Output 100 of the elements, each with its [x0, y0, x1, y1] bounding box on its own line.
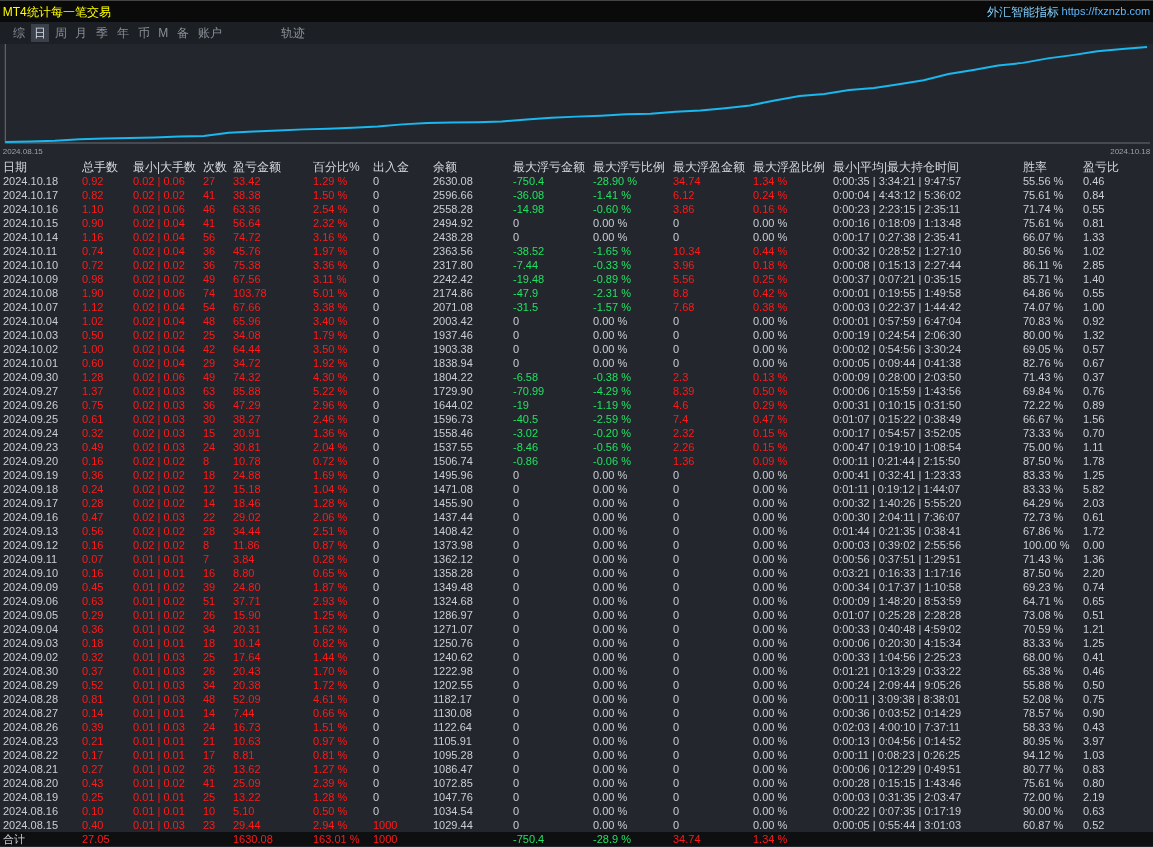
table-cell-text: 0.02 | 0.04	[132, 230, 186, 244]
table-cell-text: 0.00 %	[592, 664, 629, 678]
table-cell-text: 0	[512, 356, 521, 370]
view-tab[interactable]: 币	[134, 24, 153, 42]
table-cell-text: 0.81	[1082, 216, 1106, 230]
table-cell-text: 38.38	[232, 188, 262, 202]
table-cell-text: 0.00 %	[752, 342, 789, 356]
table-cell-text: 0	[372, 370, 381, 384]
table-cell-text: 1.12	[81, 300, 105, 314]
table-cell-text: 63	[202, 384, 217, 398]
table-cell-text: -31.5	[512, 300, 540, 314]
table-cell-text: 2024.09.03	[2, 636, 60, 650]
table-cell-text: 0.00 %	[592, 594, 629, 608]
table-cell-text: 0	[672, 720, 681, 734]
table-cell-text: 3.96	[672, 258, 696, 272]
table-cell-text: 1903.38	[432, 342, 474, 356]
table-cell-text: 2071.08	[432, 300, 474, 314]
view-tab[interactable]: 季	[93, 24, 111, 42]
table-cell-text: 3.38 %	[312, 300, 349, 314]
table-cell-text: 2.46 %	[312, 412, 349, 426]
table-cell-text: 0:00:32 | 1:40:26 | 5:55:20	[832, 496, 963, 510]
table-cell-text: 46	[202, 202, 217, 216]
table-cell-text: 1838.94	[432, 356, 474, 370]
table-cell-text: 55.56 %	[1022, 174, 1065, 188]
view-tab[interactable]: 月	[72, 24, 91, 42]
table-cell-text: 0.16	[81, 566, 105, 580]
view-tab[interactable]: 账户	[194, 24, 225, 42]
table-cell-text: 0	[372, 748, 381, 762]
table-cell-text: 52.09	[232, 692, 262, 706]
table-cell-text: 65.38 %	[1022, 664, 1065, 678]
table-cell-text: 64.71 %	[1022, 594, 1065, 608]
table-cell-text: 1.37	[81, 384, 105, 398]
table-cell-text: 0.84	[1082, 188, 1106, 202]
table-cell-text: 3.11 %	[312, 272, 348, 286]
website-link[interactable]: https://fxznzb.com	[1061, 3, 1151, 20]
table-cell-text: 0.00 %	[752, 748, 789, 762]
table-cell-text: 0.00 %	[592, 636, 629, 650]
table-cell-text: -0.06 %	[592, 454, 632, 468]
table-cell-text: 0.80	[1082, 776, 1106, 790]
table-cell-text: 2.06 %	[312, 510, 349, 524]
table-cell-text: 0	[512, 230, 521, 244]
table-cell-text: 1324.68	[432, 594, 474, 608]
column-header: 最大浮盈比例	[752, 160, 826, 174]
table-cell-text: 1086.47	[432, 762, 474, 776]
table-cell-text: 0.63	[81, 594, 105, 608]
table-cell-text: 0	[512, 314, 521, 328]
table-cell-text: 67.66	[232, 300, 262, 314]
view-tab[interactable]: 周	[51, 24, 70, 42]
table-cell-text: 0:00:17 | 0:27:38 | 2:35:41	[832, 230, 963, 244]
table-cell-text: 2003.42	[432, 314, 474, 328]
table-cell-text: 0	[512, 342, 521, 356]
view-tab[interactable]: 轨迹	[277, 24, 308, 42]
table-cell-text: 11.86	[232, 538, 261, 552]
table-cell-text: 1.10	[81, 202, 105, 216]
table-cell-text: 2024.10.08	[2, 286, 60, 300]
table-cell-text: 0.02 | 0.02	[132, 272, 186, 286]
table-cell-text: 83.33 %	[1022, 482, 1065, 496]
table-cell-text: -2.59 %	[592, 412, 632, 426]
table-cell-text: 0.43	[1082, 720, 1106, 734]
table-cell-text: 0	[372, 188, 381, 202]
column-header: 最大浮亏比例	[592, 160, 666, 174]
table-cell-text: 0	[672, 566, 681, 580]
view-tab[interactable]: M	[155, 24, 172, 42]
table-cell-text: 0.50	[1082, 678, 1106, 692]
table-cell-text: 0	[512, 538, 521, 552]
table-cell-text: 24	[202, 440, 217, 454]
table-cell-text: 1.02	[1082, 244, 1106, 258]
table-cell-text: 3.50 %	[312, 342, 349, 356]
table-cell-text: -14.98	[512, 202, 546, 216]
table-cell-text: 0	[372, 734, 381, 748]
table-cell-text: 34.44	[232, 524, 262, 538]
view-tab[interactable]: 日	[30, 24, 49, 42]
table-cell-text: 0.17	[81, 748, 105, 762]
table-cell-text: 0	[672, 636, 681, 650]
table-cell-text: 2.85	[1082, 258, 1106, 272]
table-cell-text: 0	[372, 314, 381, 328]
table-cell-text: 0:00:09 | 1:48:20 | 8:53:59	[832, 594, 963, 608]
table-cell-text: 0:00:05 | 0:09:44 | 0:41:38	[832, 356, 963, 370]
table-cell-text: -750.4	[512, 174, 546, 188]
view-tab[interactable]: 年	[113, 24, 132, 42]
table-cell-text: -38.52	[512, 244, 546, 258]
table-cell-text: 0.02 | 0.04	[132, 314, 186, 328]
table-cell-text: 39	[202, 580, 217, 594]
table-cell-text: 1.36	[672, 454, 696, 468]
table-cell-text: 1.36	[1082, 552, 1106, 566]
view-tab[interactable]: 综	[10, 24, 28, 42]
column-header: 盈亏比	[1082, 160, 1120, 174]
table-cell-text: 56	[202, 230, 217, 244]
table-cell-text: 0	[512, 762, 521, 776]
view-tab[interactable]: 备	[174, 24, 192, 42]
table-cell-text: 37.71	[232, 594, 262, 608]
table-cell-text: 1362.12	[432, 552, 474, 566]
table-cell-text: 2024.09.13	[2, 524, 60, 538]
table-cell-text: 0.01 | 0.01	[132, 706, 186, 720]
table-cell-text: 0	[372, 804, 381, 818]
table-cell-text: 0.01 | 0.03	[132, 650, 186, 664]
table-cell-text: 1.70 %	[312, 664, 349, 678]
table-cell-text: 0.43	[81, 776, 105, 790]
table-cell-text: 2438.28	[432, 230, 474, 244]
column-header: 最大浮亏金额	[512, 160, 586, 174]
